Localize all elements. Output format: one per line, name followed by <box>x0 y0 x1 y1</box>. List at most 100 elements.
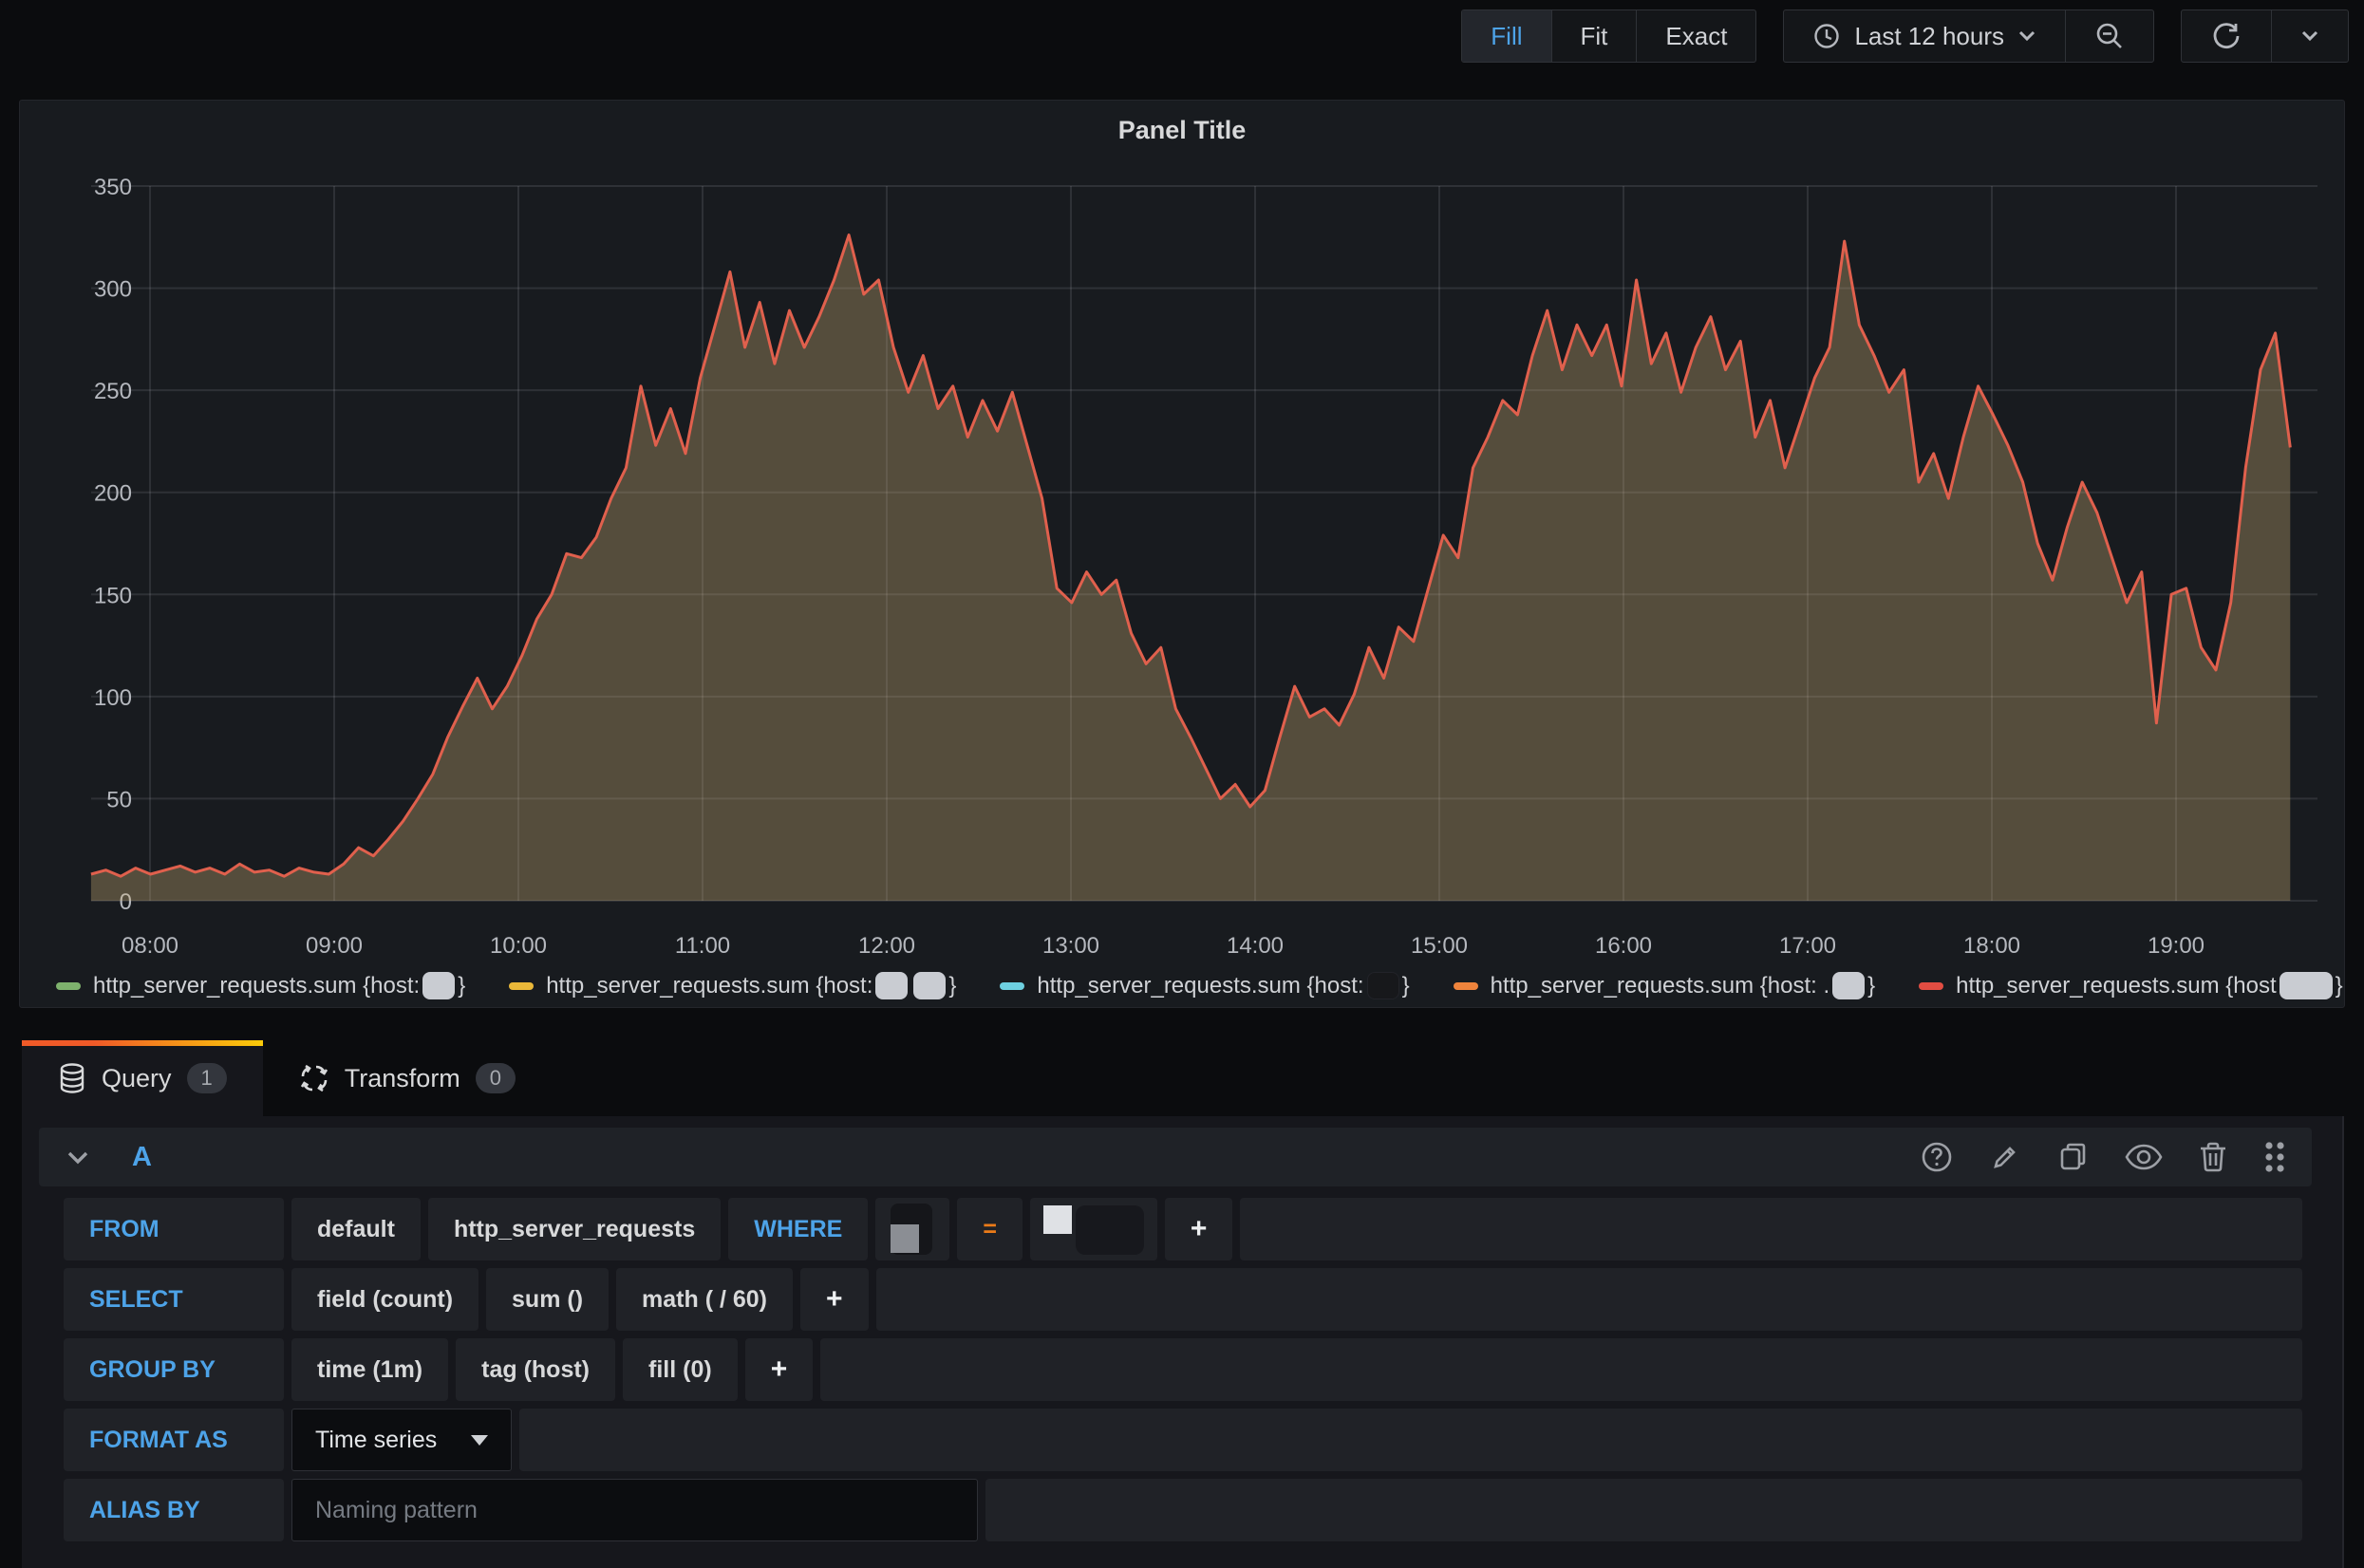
query-segment[interactable]: time (1m) <box>291 1338 448 1401</box>
tab-transform[interactable]: Transform 0 <box>263 1040 552 1116</box>
refresh-icon <box>2210 20 2242 52</box>
legend: http_server_requests.sum {host: }http_se… <box>56 972 2343 999</box>
query-segment[interactable]: tag (host) <box>456 1338 615 1401</box>
x-tick-label: 17:00 <box>1779 933 1836 959</box>
query-segment[interactable]: sum () <box>486 1268 609 1331</box>
legend-swatch <box>1919 982 1943 990</box>
legend-label: http_server_requests.sum {host: <box>93 973 420 999</box>
query-drag-handle-icon[interactable] <box>2262 1138 2287 1176</box>
query-help-icon[interactable] <box>1919 1139 1955 1175</box>
row-filler <box>519 1409 2302 1471</box>
legend-item-2[interactable]: http_server_requests.sum {host: } <box>1000 972 1409 999</box>
query-segment[interactable]: WHERE <box>728 1198 868 1260</box>
query-segment[interactable]: = <box>957 1198 1023 1260</box>
transform-icon <box>299 1063 329 1093</box>
display-mode-exact-button[interactable]: Exact <box>1637 10 1755 62</box>
collapse-query-chevron-icon[interactable] <box>66 1149 90 1166</box>
x-tick-label: 11:00 <box>675 933 730 959</box>
legend-label-suffix: } <box>948 973 956 999</box>
query-row-from: FROMdefaulthttp_server_requestsWHERE = + <box>64 1198 2302 1260</box>
row-filler <box>876 1268 2302 1331</box>
add-segment-button[interactable]: + <box>800 1268 869 1331</box>
redaction-blob <box>891 1224 919 1253</box>
transform-count-badge: 0 <box>476 1063 516 1093</box>
legend-item-3[interactable]: http_server_requests.sum {host: . } <box>1454 972 1876 999</box>
query-row-group-by: GROUP BYtime (1m)tag (host)fill (0)+ <box>64 1338 2302 1401</box>
legend-item-0[interactable]: http_server_requests.sum {host: } <box>56 972 465 999</box>
query-row-header[interactable]: A <box>39 1128 2312 1186</box>
x-tick-label: 19:00 <box>2148 933 2205 959</box>
query-delete-trash-icon[interactable] <box>2196 1139 2230 1175</box>
query-rows: FROMdefaulthttp_server_requestsWHERE=+SE… <box>64 1198 2302 1549</box>
display-mode-fit-button[interactable]: Fit <box>1552 10 1638 62</box>
format-as-value: Time series <box>315 1427 437 1454</box>
legend-swatch <box>56 982 81 990</box>
magnifier-minus-icon <box>2094 21 2125 51</box>
y-tick-label: 50 <box>106 787 132 812</box>
x-tick-label: 13:00 <box>1042 933 1099 959</box>
query-segment[interactable]: default <box>291 1198 421 1260</box>
query-part-label[interactable]: FORMAT AS <box>64 1409 284 1471</box>
query-duplicate-copy-icon[interactable] <box>2055 1139 2092 1175</box>
database-icon <box>58 1063 86 1093</box>
query-segment[interactable]: http_server_requests <box>428 1198 721 1260</box>
timeseries-chart[interactable]: 05010015020025030035008:0009:0010:0011:0… <box>20 101 2344 1007</box>
tab-query[interactable]: Query 1 <box>22 1040 263 1116</box>
redacted-host-value <box>422 972 455 999</box>
y-tick-label: 150 <box>94 583 132 608</box>
legend-item-4[interactable]: http_server_requests.sum {host } <box>1919 972 2343 999</box>
x-tick-label: 10:00 <box>490 933 547 959</box>
tab-query-label: Query <box>102 1064 172 1093</box>
y-tick-label: 200 <box>94 481 132 507</box>
display-mode-fill-button[interactable]: Fill <box>1462 10 1551 62</box>
caret-down-icon <box>471 1435 488 1446</box>
query-segment[interactable]: field (count) <box>291 1268 478 1331</box>
query-part-label[interactable]: GROUP BY <box>64 1338 284 1401</box>
time-range-button[interactable]: Last 12 hours <box>1784 10 2066 62</box>
display-mode-group: Fill Fit Exact <box>1461 9 1756 63</box>
redaction-blob <box>1076 1205 1144 1255</box>
series-area-fill <box>91 235 2290 901</box>
legend-label-suffix: } <box>2336 973 2343 999</box>
redacted-tag-value[interactable] <box>1030 1198 1157 1260</box>
refresh-interval-dropdown[interactable] <box>2272 10 2348 62</box>
clock-icon <box>1812 22 1841 50</box>
panel-editor-toolbar: Fill Fit Exact Last 12 hours <box>1461 9 2349 63</box>
editor-tabs: Query 1 Transform 0 <box>22 1040 552 1116</box>
query-part-label[interactable]: SELECT <box>64 1268 284 1331</box>
query-refid: A <box>132 1142 152 1173</box>
time-range-label: Last 12 hours <box>1854 22 2004 51</box>
y-tick-label: 250 <box>94 379 132 404</box>
row-filler <box>1240 1198 2302 1260</box>
legend-label-suffix: } <box>1402 973 1410 999</box>
query-row-format-as: FORMAT AS Time series <box>64 1409 2302 1471</box>
query-toggle-visibility-eye-icon[interactable] <box>2124 1142 2164 1172</box>
redacted-tag-key[interactable] <box>875 1198 949 1260</box>
legend-label: http_server_requests.sum {host <box>1956 973 2277 999</box>
y-tick-label: 350 <box>94 175 132 200</box>
legend-item-1[interactable]: http_server_requests.sum {host: } <box>509 972 956 999</box>
refresh-button[interactable] <box>2182 10 2272 62</box>
zoom-out-time-button[interactable] <box>2066 10 2153 62</box>
query-count-badge: 1 <box>187 1063 227 1093</box>
row-filler <box>985 1479 2302 1541</box>
query-segment[interactable]: math ( / 60) <box>616 1268 793 1331</box>
legend-swatch <box>1000 982 1024 990</box>
format-as-select[interactable]: Time series <box>291 1409 512 1471</box>
alias-by-input[interactable] <box>291 1479 978 1541</box>
x-tick-label: 15:00 <box>1411 933 1468 959</box>
add-segment-button[interactable]: + <box>1165 1198 1233 1260</box>
add-segment-button[interactable]: + <box>745 1338 814 1401</box>
redacted-host-value <box>1367 972 1399 999</box>
y-tick-label: 100 <box>94 685 132 711</box>
query-part-label[interactable]: ALIAS BY <box>64 1479 284 1541</box>
query-segment[interactable]: fill (0) <box>623 1338 738 1401</box>
query-part-label[interactable]: FROM <box>64 1198 284 1260</box>
query-editor-panel: A <box>22 1116 2344 1568</box>
query-actions <box>1919 1138 2287 1176</box>
query-edit-pencil-icon[interactable] <box>1987 1139 2023 1175</box>
legend-label: http_server_requests.sum {host: <box>1037 973 1363 999</box>
redacted-host-value <box>913 972 946 999</box>
query-row-select: SELECTfield (count)sum ()math ( / 60)+ <box>64 1268 2302 1331</box>
legend-label-suffix: } <box>1867 973 1875 999</box>
